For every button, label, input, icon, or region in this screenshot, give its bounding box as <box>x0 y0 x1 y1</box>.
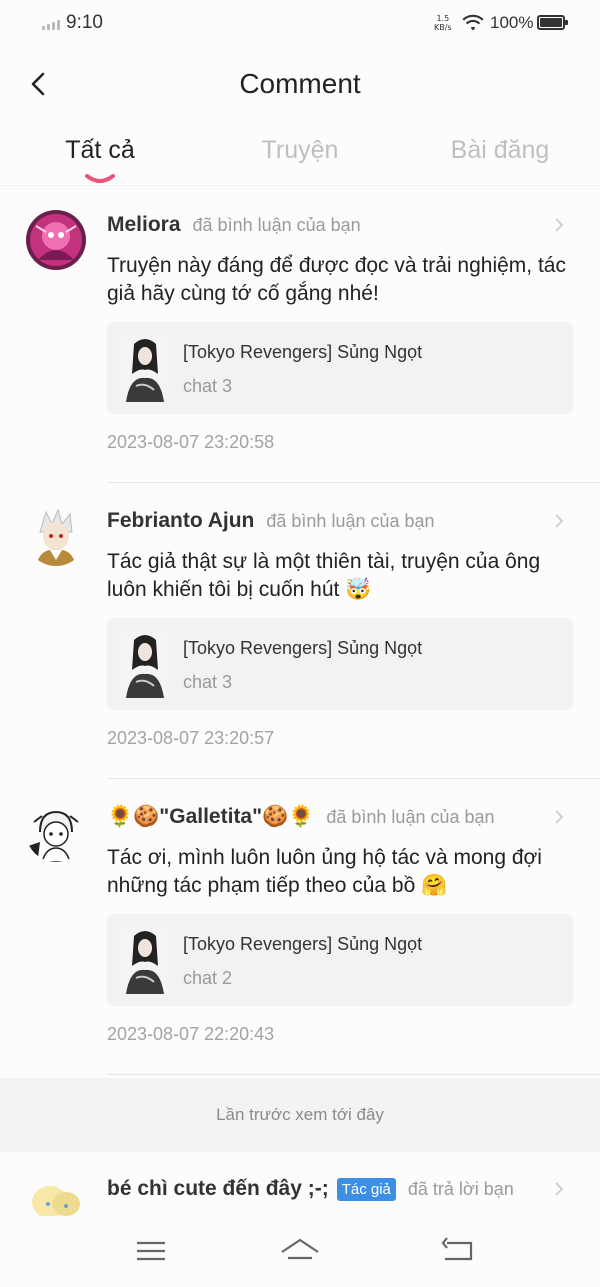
comment-action: đã bình luận của bạn <box>192 214 361 235</box>
replier-name[interactable]: bé chì cute đến đây ;-; <box>107 1177 329 1201</box>
story-chapter: chat 2 <box>183 968 233 988</box>
tab-posts[interactable]: Bài đăng <box>440 136 560 165</box>
story-thumbnail <box>120 630 170 698</box>
story-thumbnail <box>120 334 170 402</box>
chevron-right-icon[interactable] <box>552 1178 566 1200</box>
avatar[interactable] <box>26 1176 86 1216</box>
story-card[interactable]: [Tokyo Revengers] Sủng Ngọt chat 2 <box>107 914 573 1006</box>
chevron-right-icon[interactable] <box>552 806 566 828</box>
tab-all[interactable]: Tất cả <box>40 136 160 165</box>
last-seen-label: Lần trước xem tới đây <box>216 1105 384 1124</box>
comment-action: đã bình luận của bạn <box>266 510 435 531</box>
comment-timestamp: 2023-08-07 23:20:58 <box>107 432 275 452</box>
system-nav-bar <box>0 1216 600 1287</box>
story-thumbnail <box>120 926 170 994</box>
tab-active-indicator <box>85 174 115 183</box>
battery-icon <box>537 15 568 30</box>
reply-header: bé chì cute đến đây ;-; Tác giả đã trả l… <box>107 1174 514 1204</box>
comment-header: 🌻🍪"Galletita"🍪🌻 đã bình luận của bạn <box>107 802 495 832</box>
tab-stories[interactable]: Truyện <box>240 136 360 165</box>
tab-bar: Tất cả Truyện Bài đăng <box>0 128 600 186</box>
comment-text: Truyện này đáng để được đọc và trải nghi… <box>107 254 566 305</box>
story-card[interactable]: [Tokyo Revengers] Sủng Ngọt chat 3 <box>107 618 573 710</box>
comment-timestamp: 2023-08-07 23:20:57 <box>107 728 275 748</box>
author-badge: Tác giả <box>336 1177 396 1201</box>
page-title: Comment <box>239 68 361 99</box>
comment-text: Tác giả thật sự là một thiên tài, truyện… <box>107 550 541 601</box>
comment-header: Febrianto Ajun đã bình luận của bạn <box>107 506 435 536</box>
back-icon[interactable] <box>437 1234 477 1268</box>
home-icon[interactable] <box>280 1234 320 1268</box>
battery-percent: 100% <box>490 13 534 32</box>
story-title: [Tokyo Revengers] Sủng Ngọt <box>183 934 423 954</box>
last-seen-marker: Lần trước xem tới đây <box>0 1078 600 1152</box>
wifi-icon <box>462 14 484 31</box>
story-chapter: chat 3 <box>183 672 233 692</box>
story-chapter: chat 3 <box>183 376 233 396</box>
story-card[interactable]: [Tokyo Revengers] Sủng Ngọt chat 3 <box>107 322 573 414</box>
chevron-right-icon[interactable] <box>552 214 566 236</box>
reply-action: đã trả lời bạn <box>407 1178 514 1199</box>
avatar[interactable] <box>26 802 86 862</box>
avatar[interactable] <box>26 506 86 566</box>
story-title: [Tokyo Revengers] Sủng Ngọt <box>183 638 423 658</box>
divider <box>107 1074 600 1075</box>
divider <box>107 778 600 779</box>
menu-icon[interactable] <box>131 1234 171 1268</box>
header: Comment <box>0 52 600 116</box>
commenter-name[interactable]: Meliora <box>107 213 181 237</box>
comment-timestamp: 2023-08-07 22:20:43 <box>107 1024 275 1044</box>
avatar[interactable] <box>26 210 86 270</box>
signal-icon <box>42 20 60 30</box>
status-bar: 9:10 1.5 KB/s 100% <box>0 0 600 48</box>
commenter-name[interactable]: 🌻🍪"Galletita"🍪🌻 <box>107 805 314 829</box>
comment-header: Meliora đã bình luận của bạn <box>107 210 361 240</box>
story-title: [Tokyo Revengers] Sủng Ngọt <box>183 342 423 362</box>
commenter-name[interactable]: Febrianto Ajun <box>107 509 254 533</box>
comment-text: Tác ơi, mình luôn luôn ủng hộ tác và mon… <box>107 846 542 897</box>
network-speed: 1.5 KB/s <box>434 14 452 32</box>
chevron-right-icon[interactable] <box>552 510 566 532</box>
divider <box>107 482 600 483</box>
comment-action: đã bình luận của bạn <box>326 806 495 827</box>
status-time: 9:10 <box>66 12 103 33</box>
